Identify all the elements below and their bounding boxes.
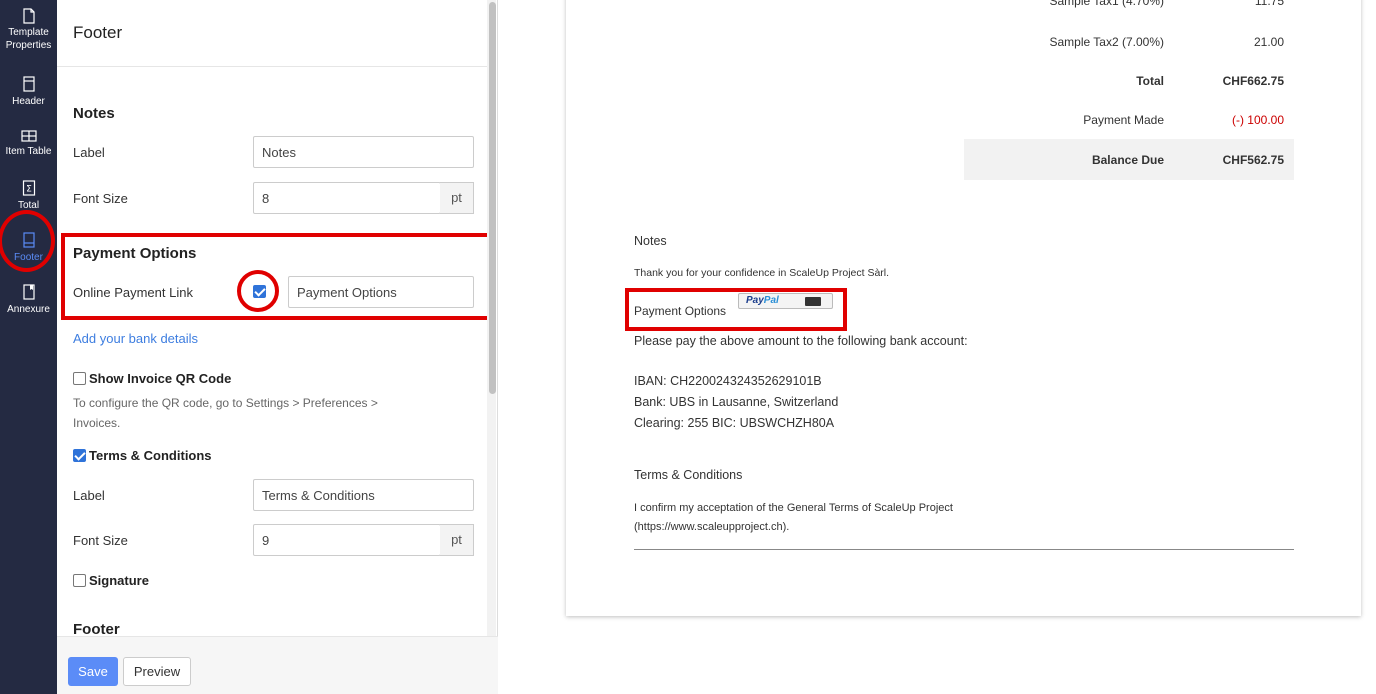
notes-text: Thank you for your confidence in ScaleUp… (634, 267, 890, 279)
rail-label: Total (17, 200, 40, 211)
panel-scrollbar-thumb[interactable] (489, 2, 496, 394)
rail-label: Header (12, 96, 45, 107)
paypal-logo: PayPal (746, 295, 779, 306)
notes-label-input[interactable]: Notes (253, 136, 474, 168)
rail-label: Footer (14, 252, 43, 263)
rail-item-item-table[interactable]: Item Table (0, 130, 57, 160)
terms-text-line1: I confirm my acceptation of the General … (634, 502, 953, 514)
notes-label-label: Label (73, 145, 105, 160)
notes-section-title: Notes (73, 105, 115, 122)
terms-font-size-label: Font Size (73, 533, 128, 548)
show-invoice-qr-label: Show Invoice QR Code (89, 371, 232, 386)
notes-font-size-unit: pt (440, 182, 474, 214)
totals-label: Payment Made (1083, 113, 1164, 127)
clearing-text: Clearing: 255 BIC: UBSWCHZH80A (634, 416, 835, 430)
terms-heading: Terms & Conditions (634, 468, 743, 482)
rail-item-template-properties[interactable]: Template Properties (0, 8, 57, 53)
signature-checkbox[interactable] (73, 574, 86, 587)
add-bank-details-link[interactable]: Add your bank details (73, 331, 198, 346)
iban-text: IBAN: CH220024324352629101B (634, 374, 822, 388)
show-invoice-qr-checkbox[interactable] (73, 372, 86, 385)
rail-item-total[interactable]: Σ Total (0, 180, 57, 214)
online-payment-link-label: Online Payment Link (73, 285, 193, 300)
footer-divider (634, 549, 1294, 550)
totals-label: Sample Tax2 (7.00%) (1049, 35, 1164, 49)
rail-label: Properties (5, 40, 52, 51)
balance-due-value: CHF562.75 (1222, 153, 1284, 167)
save-button[interactable]: Save (68, 657, 118, 686)
totals-value: 11.75 (1254, 0, 1284, 8)
totals-value: 21.00 (1253, 35, 1284, 49)
panel-title: Footer (73, 23, 123, 42)
preview-button[interactable]: Preview (123, 657, 191, 686)
notes-heading: Notes (634, 234, 667, 248)
balance-due-label: Balance Due (1091, 153, 1164, 167)
bank-text: Bank: UBS in Lausanne, Switzerland (634, 395, 839, 409)
terms-text-line2: (https://www.scaleupproject.ch). (634, 521, 790, 533)
notes-font-size-input[interactable]: 8 (253, 182, 441, 214)
bank-intro-text: Please pay the above amount to the follo… (634, 334, 968, 348)
rail-label: Annexure (7, 304, 50, 315)
signature-label: Signature (89, 573, 149, 588)
annexure-icon (22, 284, 35, 300)
rail-item-header[interactable]: Header (0, 76, 57, 110)
totals-value: CHF662.75 (1222, 74, 1284, 88)
terms-font-size-unit: pt (440, 524, 474, 556)
totals-value: (-) 100.00 (1231, 113, 1284, 127)
panel-header: Footer (57, 0, 487, 67)
credit-card-icon (805, 297, 821, 306)
totals-label: Total (1136, 74, 1164, 88)
side-navigation-rail: Template Properties Header Item Table Σ … (0, 0, 57, 694)
totals-label: Sample Tax1 (4.70%) (1049, 0, 1164, 8)
payment-options-text: Payment Options (634, 304, 727, 318)
payment-options-label-input[interactable]: Payment Options (288, 276, 474, 308)
svg-text:Σ: Σ (26, 185, 32, 195)
terms-conditions-label: Terms & Conditions (89, 448, 212, 463)
rail-label: Template (8, 27, 49, 38)
header-icon (22, 76, 35, 92)
panel-action-bar: Save Preview (57, 636, 498, 694)
terms-conditions-checkbox[interactable] (73, 449, 86, 462)
footer-settings-panel: Footer Notes Label Notes Font Size 8 pt … (57, 0, 498, 694)
terms-label-label: Label (73, 488, 105, 503)
footer-icon (22, 232, 35, 248)
rail-item-annexure[interactable]: Annexure (0, 284, 57, 318)
notes-font-size-label: Font Size (73, 191, 128, 206)
invoice-preview-page: Sample Tax1 (4.70%) 11.75 Sample Tax2 (7… (566, 0, 1361, 616)
rail-item-footer[interactable]: Footer (0, 232, 57, 266)
paypal-badge[interactable]: PayPal (738, 293, 833, 309)
payment-options-section-title: Payment Options (73, 245, 197, 262)
sigma-icon: Σ (22, 180, 35, 196)
online-payment-link-checkbox[interactable] (253, 285, 266, 298)
qr-config-hint: To configure the QR code, go to Settings… (73, 396, 378, 430)
table-icon (20, 130, 37, 142)
terms-font-size-input[interactable]: 9 (253, 524, 441, 556)
rail-label: Item Table (5, 146, 52, 157)
document-icon (22, 8, 35, 24)
terms-label-input[interactable]: Terms & Conditions (253, 479, 474, 511)
